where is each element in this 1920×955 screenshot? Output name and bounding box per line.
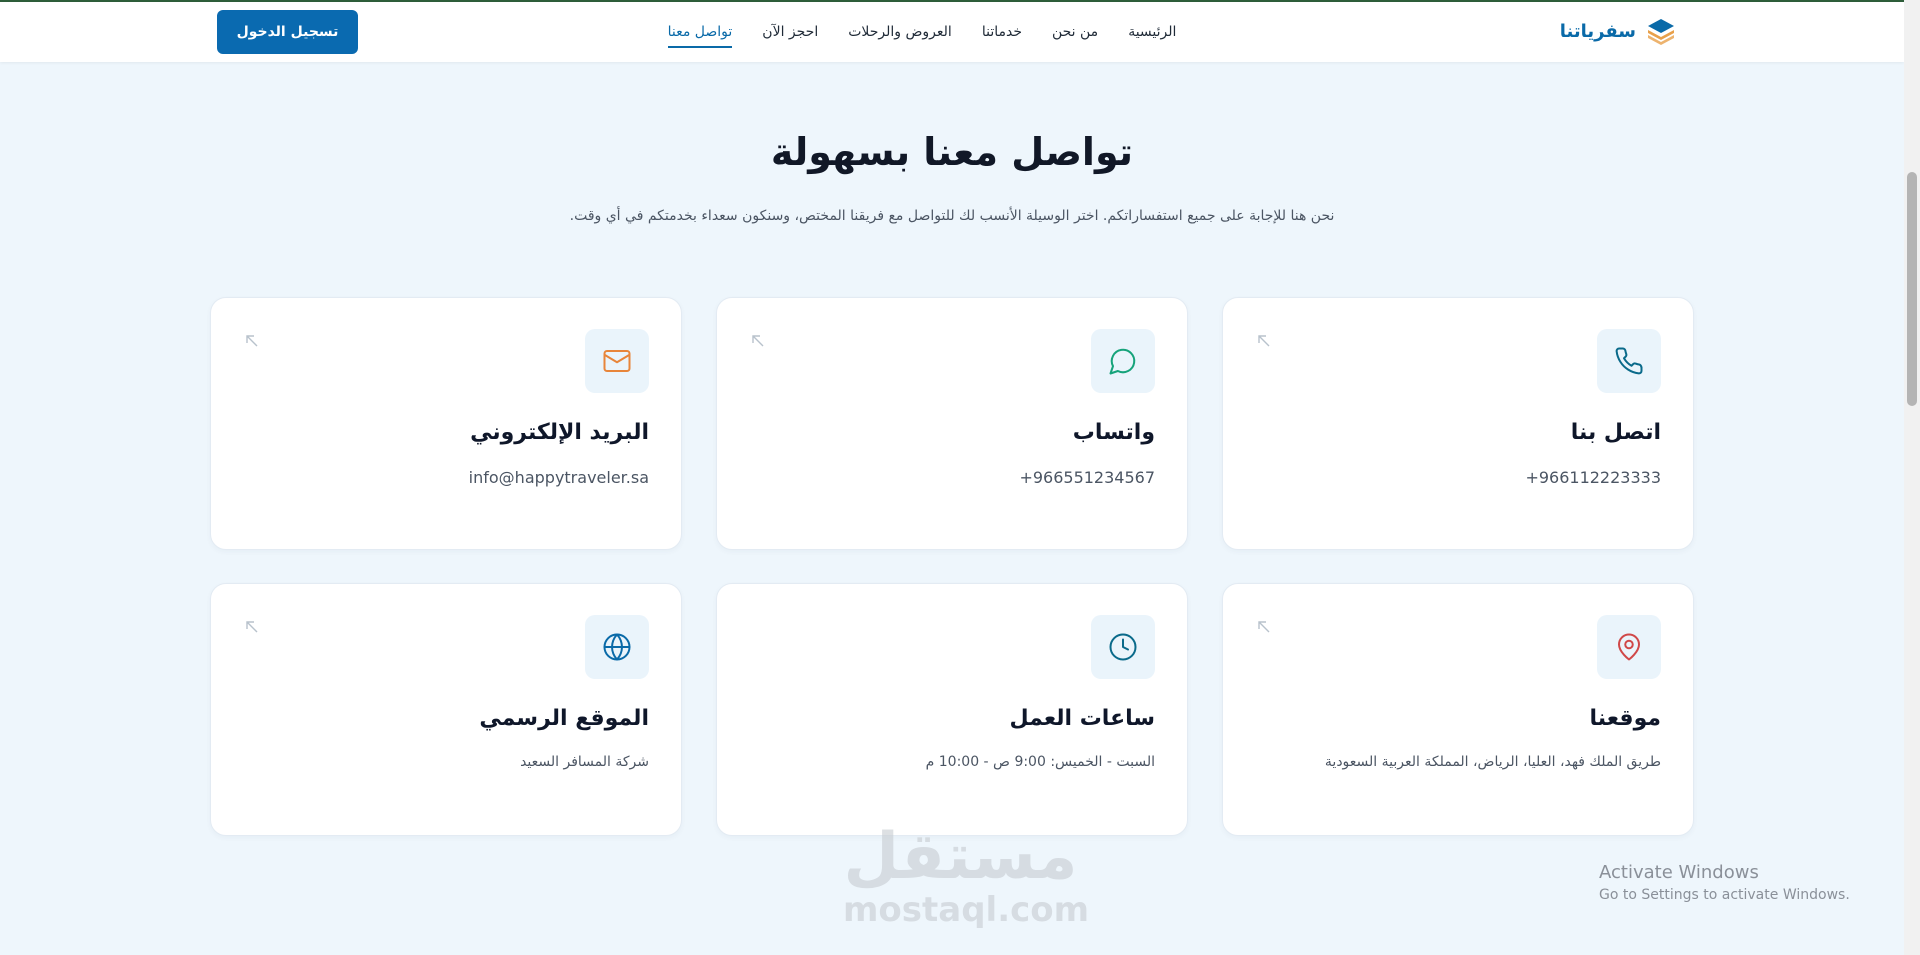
arrow-up-right-icon	[246, 335, 258, 347]
arrow-up-right-icon	[752, 335, 764, 347]
watermark-latin: mostaql.com	[843, 890, 1090, 930]
site-header: سفرياتنا الرئيسية من نحن خدماتنا العروض …	[0, 2, 1904, 62]
card-value: السبت - الخميس: 9:00 ص - 10:00 م	[925, 754, 1155, 770]
card-value: +966551234567	[1019, 468, 1155, 487]
arrow-up-right-icon	[246, 621, 258, 633]
card-icon-box	[1091, 615, 1155, 679]
nav-item-about[interactable]: من نحن	[1052, 2, 1098, 62]
watermark-arabic: مستقل	[843, 820, 1078, 894]
card-icon-box	[1597, 329, 1661, 393]
page-scrollbar[interactable]	[1904, 0, 1920, 955]
nav-item-book[interactable]: احجز الآن	[762, 2, 818, 62]
contact-card-phone[interactable]: اتصل بنا +966112223333	[1222, 297, 1694, 550]
clock-icon	[1109, 633, 1137, 661]
card-title: البريد الإلكتروني	[470, 420, 649, 445]
card-title: واتساب	[1072, 420, 1155, 445]
nav-item-services[interactable]: خدماتنا	[982, 2, 1022, 62]
phone-icon	[1615, 347, 1643, 375]
card-title: ساعات العمل	[1009, 706, 1155, 731]
arrow-up-right-icon	[1258, 335, 1270, 347]
nav-item-home[interactable]: الرئيسية	[1128, 2, 1176, 62]
card-value: info@happytraveler.sa	[468, 468, 649, 487]
contact-card-whatsapp[interactable]: واتساب +966551234567	[716, 297, 1188, 550]
login-button[interactable]: تسجيل الدخول	[217, 10, 358, 54]
scrollbar-thumb[interactable]	[1907, 172, 1917, 406]
card-value: طريق الملك فهد، العليا، الرياض، المملكة …	[1324, 754, 1661, 770]
page-title: تواصل معنا بسهولة	[770, 130, 1134, 174]
contact-card-hours[interactable]: ساعات العمل السبت - الخميس: 9:00 ص - 10:…	[716, 583, 1188, 836]
contact-card-website[interactable]: الموقع الرسمي شركة المسافر السعيد	[210, 583, 682, 836]
watermark: مستقل mostaql.com	[843, 820, 1090, 930]
card-value: +966112223333	[1525, 468, 1661, 487]
activation-title: Activate Windows	[1599, 862, 1759, 883]
card-title: الموقع الرسمي	[479, 706, 649, 731]
windows-activation-notice: Activate Windows Go to Settings to activ…	[1599, 862, 1850, 903]
contact-card-email[interactable]: البريد الإلكتروني info@happytraveler.sa	[210, 297, 682, 550]
card-title: اتصل بنا	[1570, 420, 1661, 445]
contact-card-location[interactable]: موقعنا طريق الملك فهد، العليا، الرياض، ا…	[1222, 583, 1694, 836]
arrow-up-right-icon	[1258, 621, 1270, 633]
card-title: موقعنا	[1589, 706, 1661, 731]
map-pin-icon	[1618, 633, 1640, 661]
whatsapp-icon	[1109, 348, 1136, 375]
card-icon-box	[1091, 329, 1155, 393]
card-icon-box	[1597, 615, 1661, 679]
globe-icon	[603, 633, 631, 661]
mail-icon	[603, 350, 631, 372]
activation-subtitle: Go to Settings to activate Windows.	[1599, 887, 1850, 903]
page-subtitle: نحن هنا للإجابة على جميع استفساراتكم. اخ…	[569, 208, 1335, 224]
card-value: شركة المسافر السعيد	[520, 754, 649, 770]
nav-item-contact[interactable]: تواصل معنا	[667, 2, 732, 62]
nav-item-offers[interactable]: العروض والرحلات	[848, 2, 952, 62]
card-icon-box	[585, 329, 649, 393]
card-icon-box	[585, 615, 649, 679]
